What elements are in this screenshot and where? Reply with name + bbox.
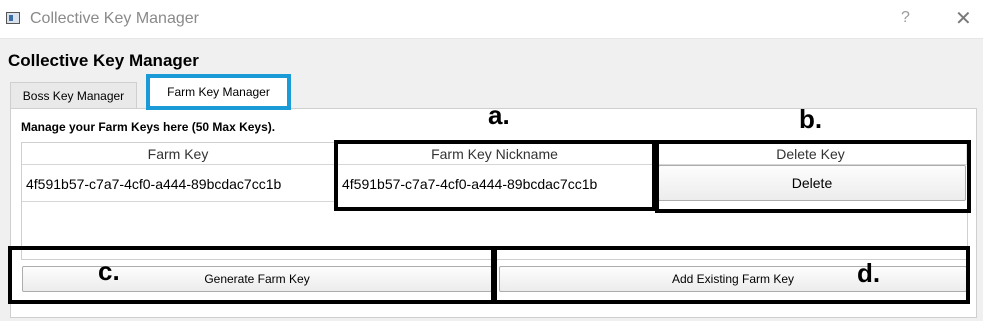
delete-button[interactable]: Delete [658,165,966,201]
callout-label-c: c. [98,256,120,286]
callout-label-a: a. [488,100,510,130]
page-title: Collective Key Manager [8,51,199,70]
nickname-cell[interactable]: 4f591b57-c7a7-4cf0-a444-89bcdac7cc1b [342,176,597,192]
app-window-icon [6,12,20,24]
column-header-nickname: Farm Key Nickname [335,143,655,165]
callout-label-d: d. [857,258,881,288]
title-bar: Collective Key Manager ? ✕ [0,0,983,39]
add-existing-farm-key-button[interactable]: Add Existing Farm Key [499,266,967,292]
column-header-farm-key: Farm Key [22,143,335,165]
tab-boss-key-manager[interactable]: Boss Key Manager [10,82,137,108]
generate-farm-key-button[interactable]: Generate Farm Key [22,266,492,292]
close-icon[interactable]: ✕ [955,6,972,31]
callout-label-b: b. [799,104,823,134]
manage-keys-label: Manage your Farm Keys here (50 Max Keys)… [21,120,276,134]
farm-key-cell[interactable]: 4f591b57-c7a7-4cf0-a444-89bcdac7cc1b [26,176,281,192]
help-icon[interactable]: ? [901,9,910,27]
row-divider [22,201,335,202]
column-header-delete-key: Delete Key [655,143,967,165]
window-title: Collective Key Manager [30,10,199,27]
tab-farm-key-manager[interactable]: Farm Key Manager [146,74,291,110]
